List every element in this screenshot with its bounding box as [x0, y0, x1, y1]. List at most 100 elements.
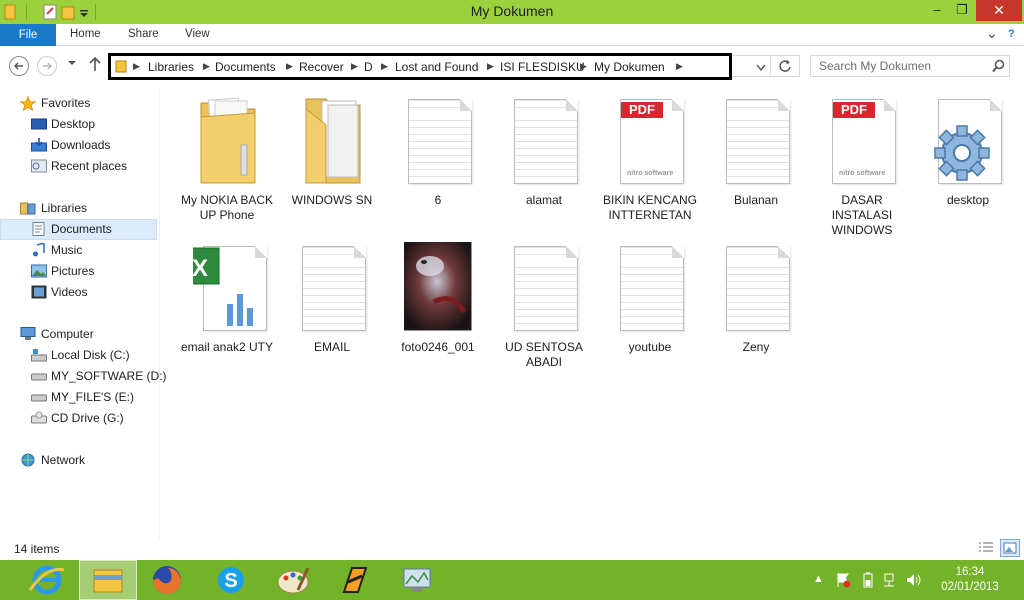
file-item[interactable]: Zeny: [704, 242, 808, 387]
search-placeholder: Search My Dokumen: [819, 59, 932, 73]
forward-button[interactable]: [37, 56, 57, 76]
file-item[interactable]: foto0246_001: [386, 241, 490, 387]
folder-location-icon: [115, 59, 127, 76]
address-bar[interactable]: ▶ Libraries ▶ Documents ▶ Recover ▶ D ▶ …: [108, 53, 732, 80]
nav-cd-drive-g[interactable]: CD Drive (G:): [0, 408, 157, 429]
breadcrumb-separator-icon[interactable]: ▶: [580, 61, 587, 72]
monitor-app-icon[interactable]: [388, 560, 446, 600]
text-file-icon: [404, 95, 474, 187]
breadcrumb-separator-icon[interactable]: ▶: [351, 61, 358, 72]
nav-pictures[interactable]: Pictures: [0, 261, 157, 282]
breadcrumb-separator-icon[interactable]: ▶: [487, 61, 494, 72]
recent-locations-icon[interactable]: [68, 58, 76, 70]
nav-documents[interactable]: Documents: [0, 219, 157, 240]
breadcrumb-my-dokumen[interactable]: My Dokumen: [594, 60, 665, 74]
breadcrumb-lost-and-found[interactable]: Lost and Found: [395, 60, 478, 74]
search-input[interactable]: Search My Dokumen: [810, 55, 1010, 77]
text-file-icon: [722, 242, 792, 334]
skype-icon[interactable]: S: [202, 560, 260, 600]
restore-button[interactable]: ❐: [947, 0, 977, 21]
folder-icon: [193, 95, 263, 187]
breadcrumb-isi-flesdisku[interactable]: ISI FLESDISKU: [500, 60, 585, 74]
address-tail: [732, 55, 800, 77]
file-tab[interactable]: File: [0, 24, 56, 46]
nav-libraries[interactable]: Libraries: [0, 198, 157, 219]
clock-time: 16:34: [955, 566, 985, 578]
music-icon: [31, 242, 47, 257]
tab-view[interactable]: View: [185, 28, 210, 40]
text-file-icon: [510, 95, 580, 187]
file-name: Zeny: [742, 340, 770, 354]
file-item[interactable]: X email anak2 UTY: [175, 242, 279, 387]
folder-icon: [298, 95, 368, 187]
nav-desktop[interactable]: Desktop: [0, 114, 157, 135]
nav-favorites[interactable]: Favorites: [0, 93, 157, 114]
file-item[interactable]: Bulanan: [704, 95, 808, 240]
network-status-icon[interactable]: [881, 572, 897, 591]
back-button[interactable]: [9, 56, 29, 76]
pdf-badge: PDF: [833, 102, 875, 118]
title-bar: My Dokumen – ❐ ✕: [0, 0, 1024, 24]
breadcrumb-separator-icon[interactable]: ▶: [286, 61, 293, 72]
taskbar: S ▲ 16:34 02/01/2013: [0, 560, 1024, 600]
volume-icon[interactable]: [905, 572, 923, 591]
file-item[interactable]: PDF nitro software DASAR INSTALASI WINDO…: [810, 95, 914, 240]
search-icon[interactable]: [992, 59, 1005, 76]
nav-my-files-e-label: MY_FILE'S (E:): [51, 390, 134, 404]
file-item[interactable]: EMAIL: [280, 242, 384, 387]
pictures-icon: [31, 264, 47, 278]
tab-share[interactable]: Share: [128, 28, 159, 40]
close-button[interactable]: ✕: [976, 0, 1022, 21]
file-explorer-icon[interactable]: [79, 560, 137, 600]
refresh-icon[interactable]: [778, 59, 792, 76]
clock-date: 02/01/2013: [941, 581, 999, 593]
drive-icon: [31, 369, 47, 383]
paint-icon[interactable]: [264, 560, 322, 600]
nav-network[interactable]: Network: [0, 450, 157, 471]
breadcrumb-documents[interactable]: Documents: [215, 60, 276, 74]
winamp-icon[interactable]: [326, 560, 384, 600]
breadcrumb-separator-icon[interactable]: ▶: [381, 61, 388, 72]
battery-icon[interactable]: [862, 572, 874, 591]
file-item[interactable]: PDF nitro software BIKIN KENCANG INTTERN…: [598, 95, 702, 240]
text-file-icon: [616, 242, 686, 334]
firefox-icon[interactable]: [138, 560, 196, 600]
nav-recent-places[interactable]: Recent places: [0, 156, 157, 177]
breadcrumb-separator-icon[interactable]: ▶: [133, 61, 140, 72]
file-item[interactable]: WINDOWS SN: [280, 95, 384, 240]
nav-local-disk-c[interactable]: Local Disk (C:): [0, 345, 157, 366]
details-view-icon[interactable]: [978, 541, 994, 558]
action-center-icon[interactable]: [835, 572, 851, 591]
clock[interactable]: 16:34 02/01/2013: [935, 565, 1005, 595]
nitro-label: nitro software: [627, 170, 674, 177]
tab-home[interactable]: Home: [70, 28, 101, 40]
nav-videos[interactable]: Videos: [0, 282, 157, 303]
file-item[interactable]: youtube: [598, 242, 702, 387]
breadcrumb-recover[interactable]: Recover: [299, 60, 344, 74]
show-hidden-icons-icon[interactable]: ▲: [813, 573, 824, 585]
file-item[interactable]: alamat: [492, 95, 596, 240]
help-icon[interactable]: ?: [1008, 28, 1015, 40]
desktop-icon: [31, 117, 47, 131]
nav-downloads[interactable]: Downloads: [0, 135, 157, 156]
address-dropdown-icon[interactable]: [756, 61, 766, 75]
file-item[interactable]: desktop: [916, 95, 1020, 240]
breadcrumb-separator-icon[interactable]: ▶: [676, 61, 683, 72]
nav-my-software-d[interactable]: MY_SOFTWARE (D:): [0, 366, 167, 387]
up-button[interactable]: [88, 56, 102, 75]
nav-computer[interactable]: Computer: [0, 324, 157, 345]
nav-music[interactable]: Music: [0, 240, 157, 261]
file-name: BIKIN KENCANG INTTERNETAN: [602, 193, 698, 222]
breadcrumb-libraries[interactable]: Libraries: [148, 60, 194, 74]
nav-my-files-e[interactable]: MY_FILE'S (E:): [0, 387, 157, 408]
file-name: email anak2 UTY: [180, 340, 274, 354]
expand-ribbon-icon[interactable]: ⌄: [986, 25, 998, 42]
breadcrumb-d[interactable]: D: [364, 60, 373, 74]
large-icons-view-icon[interactable]: [1000, 539, 1020, 557]
breadcrumb-separator-icon[interactable]: ▶: [203, 61, 210, 72]
internet-explorer-icon[interactable]: [18, 560, 76, 600]
file-item[interactable]: UD SENTOSA ABADI: [492, 242, 596, 387]
window-title: My Dokumen: [470, 3, 554, 19]
file-item[interactable]: My NOKIA BACK UP Phone: [175, 95, 279, 240]
file-item[interactable]: 6: [386, 95, 490, 240]
